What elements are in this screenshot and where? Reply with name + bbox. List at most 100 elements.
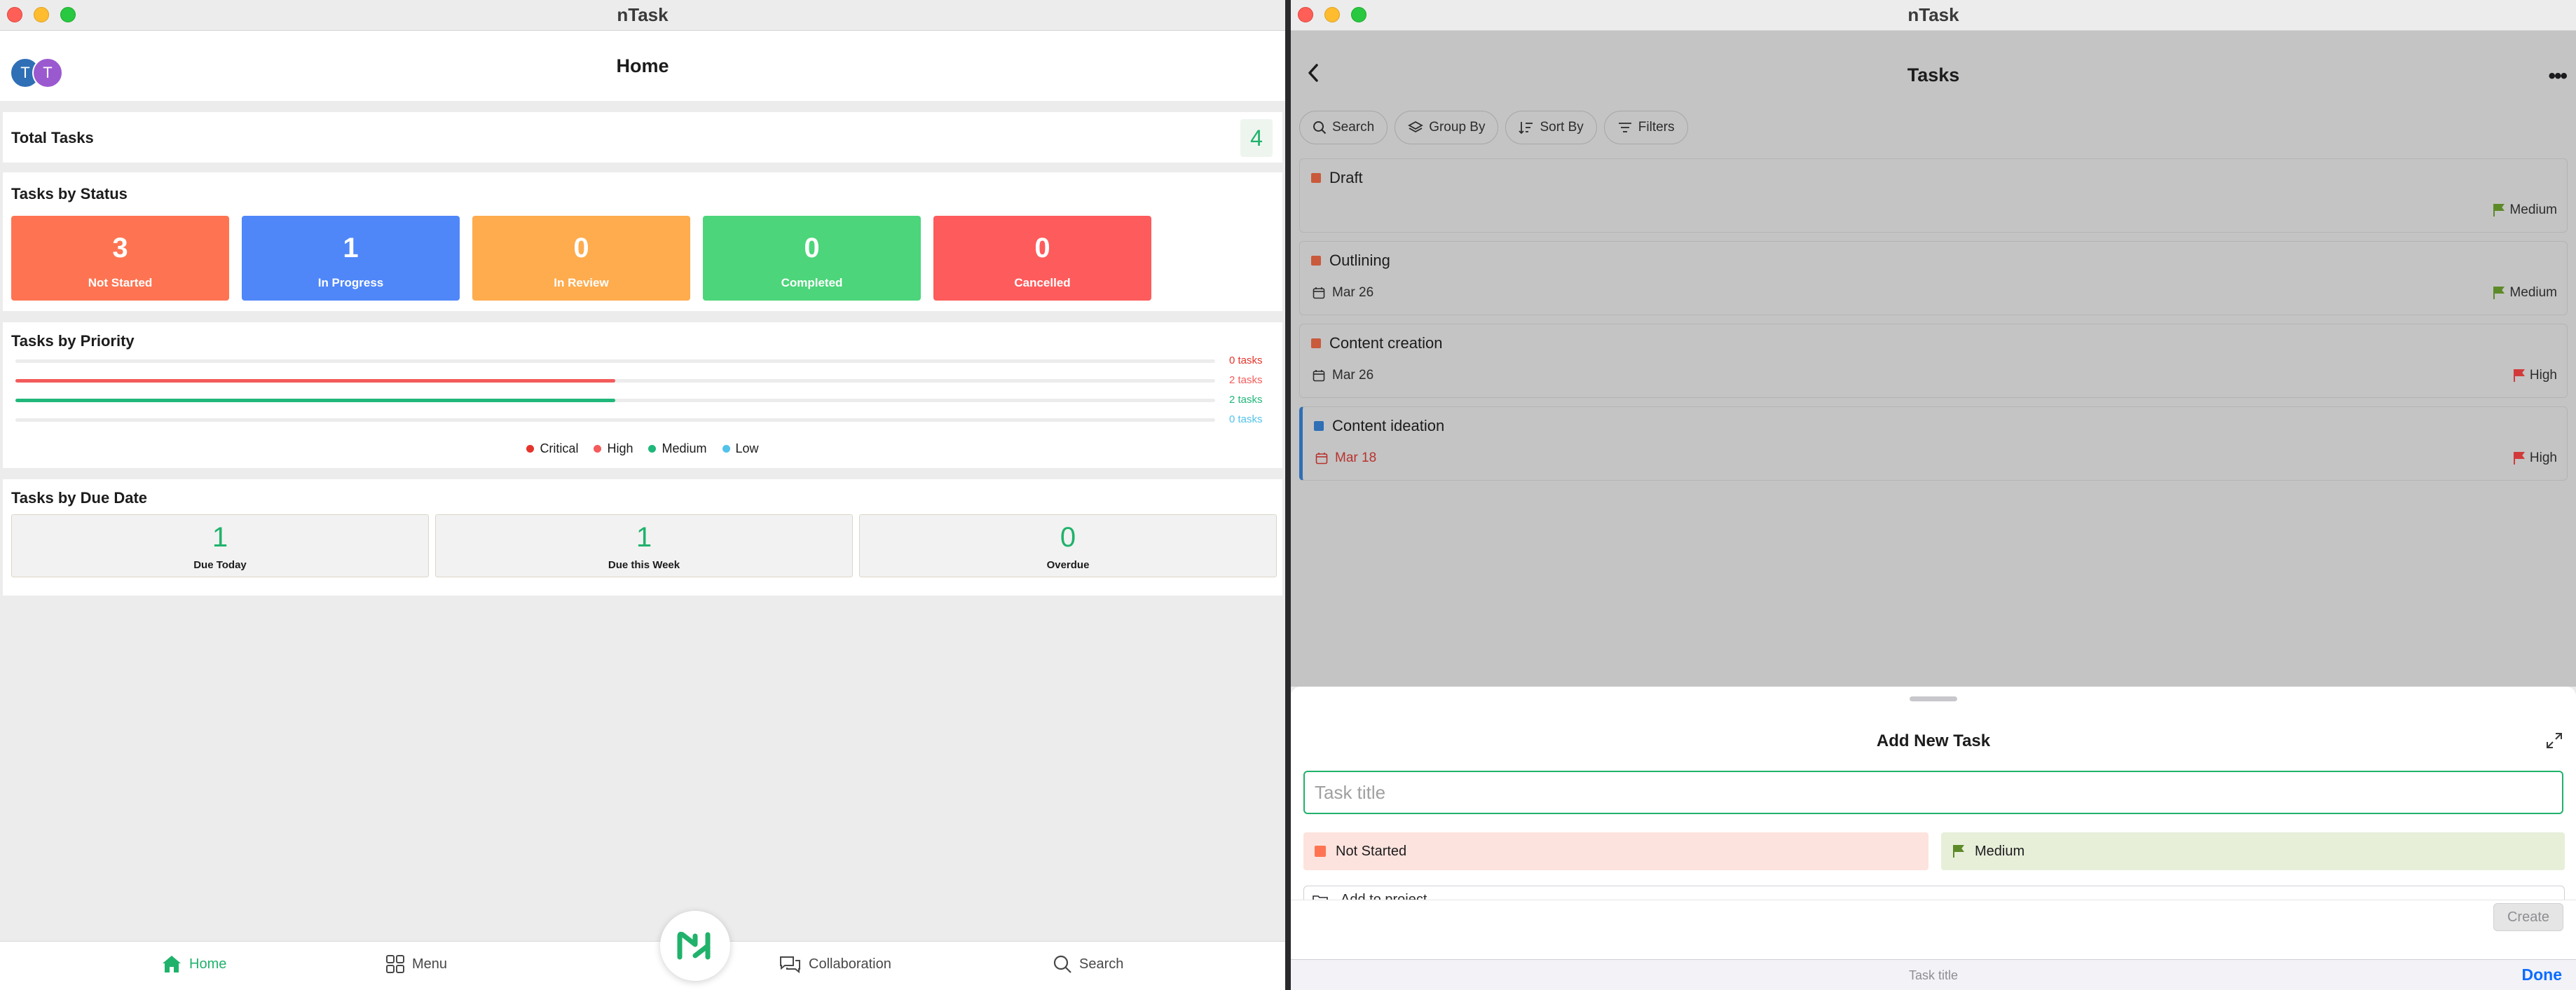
flag-icon: [2513, 369, 2525, 382]
task-row-outlining[interactable]: Outlining Mar 26 Medium: [1299, 241, 2568, 315]
task-row-draft[interactable]: Draft Medium: [1299, 158, 2568, 233]
tasks-by-priority-card: Tasks by Priority 0 tasks 2 tasks 2 task…: [3, 322, 1282, 468]
chip-label: Filters: [1638, 120, 1675, 135]
bottom-tab-bar: Home Menu Collaboration Search: [0, 911, 1285, 990]
calendar-icon: [1315, 453, 1328, 465]
dimmed-task-list[interactable]: Tasks ••• Search Group By Sort By Filter…: [1291, 31, 2576, 687]
tab-label: Menu: [412, 956, 448, 972]
add-to-project-field[interactable]: Add to project: [1303, 886, 2565, 900]
task-due-date: Mar 26: [1313, 368, 1373, 383]
search-chip[interactable]: Search: [1299, 111, 1388, 144]
task-row-content-ideation[interactable]: Content ideation Mar 18 High: [1299, 406, 2568, 481]
total-tasks-card[interactable]: Total Tasks 4: [3, 112, 1282, 163]
status-label: Completed: [781, 276, 843, 289]
ntask-logo-button[interactable]: [660, 911, 730, 981]
status-tiles: 3 Not Started 1 In Progress 0 In Review …: [11, 216, 1151, 301]
legend-item-medium: Medium: [648, 441, 707, 456]
priority-bar-fill: [15, 399, 615, 402]
legend-dot: [526, 445, 535, 453]
due-count: 1: [212, 522, 228, 553]
priority-label: High: [2529, 368, 2557, 383]
status-tile-completed[interactable]: 0 Completed: [703, 216, 921, 301]
expand-icon[interactable]: [2545, 731, 2563, 753]
status-count: 0: [573, 233, 589, 263]
tab-search[interactable]: Search: [1053, 954, 1123, 974]
status-tile-cancelled[interactable]: 0 Cancelled: [933, 216, 1151, 301]
status-tile-in-review[interactable]: 0 In Review: [472, 216, 690, 301]
status-count: 0: [804, 233, 820, 263]
titlebar: nTask: [1291, 0, 2576, 31]
due-tile-this-week[interactable]: 1 Due this Week: [435, 514, 853, 577]
maximize-window-button[interactable]: [1351, 7, 1366, 22]
tab-home[interactable]: Home: [161, 954, 226, 974]
folder-icon: [1313, 895, 1328, 900]
tasks-by-status-card: Tasks by Status 3 Not Started 1 In Progr…: [3, 172, 1282, 311]
priority-count-critical: 0 tasks: [1229, 355, 1263, 366]
tab-label: Collaboration: [809, 956, 891, 972]
chip-label: Sort By: [1540, 120, 1584, 135]
due-date-label: Mar 18: [1335, 451, 1377, 465]
create-button[interactable]: Create: [2493, 903, 2563, 931]
section-title: Tasks by Due Date: [11, 489, 148, 507]
due-tile-overdue[interactable]: 0 Overdue: [859, 514, 1277, 577]
sheet-title: Add New Task: [1876, 731, 1991, 750]
layers-icon: [1408, 121, 1424, 133]
chip-label: Search: [1332, 120, 1375, 135]
close-window-button[interactable]: [7, 7, 22, 22]
task-title-input[interactable]: [1303, 771, 2563, 814]
priority-select[interactable]: Medium: [1941, 832, 2565, 870]
more-options-icon[interactable]: •••: [2548, 64, 2567, 88]
priority-bar-high: [15, 379, 1215, 383]
task-row-content-creation[interactable]: Content creation Mar 26 High: [1299, 324, 2568, 398]
priority-count-low: 0 tasks: [1229, 413, 1263, 425]
status-indicator: [1311, 256, 1321, 266]
tab-collaboration[interactable]: Collaboration: [778, 954, 891, 974]
total-tasks-label: Total Tasks: [11, 129, 94, 146]
due-date-label: Mar 26: [1332, 285, 1374, 300]
task-due-date: Mar 26: [1313, 285, 1373, 301]
task-name: Draft: [1329, 169, 1363, 186]
legend-dot: [594, 445, 602, 453]
page-title: Tasks: [1907, 64, 1960, 85]
task-due-date: Mar 18: [1315, 451, 1376, 466]
status-label: Not Started: [88, 276, 153, 289]
search-icon: [1053, 955, 1071, 973]
tab-label: Home: [189, 956, 227, 972]
keyboard-accessory-bar: Task title Done: [1291, 959, 2576, 990]
status-tile-in-progress[interactable]: 1 In Progress: [242, 216, 460, 301]
status-indicator: [1311, 338, 1321, 348]
avatar[interactable]: T: [32, 57, 63, 88]
keyboard-hint: Task title: [1908, 968, 1959, 982]
due-count: 1: [636, 522, 652, 553]
project-label: Add to project: [1341, 892, 1427, 900]
task-name: Content creation: [1329, 334, 1443, 352]
priority-bar-fill: [15, 379, 615, 383]
status-label: In Progress: [317, 276, 384, 289]
minimize-window-button[interactable]: [34, 7, 49, 22]
priority-bar-critical: [15, 359, 1215, 363]
status-value: Not Started: [1336, 843, 1407, 859]
chat-bubbles-icon: [780, 956, 800, 974]
sort-by-chip[interactable]: Sort By: [1505, 111, 1597, 144]
filters-chip[interactable]: Filters: [1603, 111, 1688, 144]
window-title: nTask: [1907, 4, 1959, 25]
legend-dot: [722, 445, 730, 453]
priority-bar-medium: [15, 399, 1215, 402]
due-label: Due this Week: [608, 559, 680, 571]
avatar-group[interactable]: T T: [10, 57, 63, 88]
sheet-grabber[interactable]: [1910, 696, 1957, 701]
status-select[interactable]: Not Started: [1303, 832, 1928, 870]
tab-menu[interactable]: Menu: [385, 954, 447, 974]
group-by-chip[interactable]: Group By: [1395, 111, 1499, 144]
total-tasks-count: 4: [1240, 119, 1273, 157]
done-button[interactable]: Done: [2522, 965, 2563, 984]
legend-item-high: High: [594, 441, 633, 456]
maximize-window-button[interactable]: [60, 7, 76, 22]
task-name: Outlining: [1329, 252, 1390, 269]
priority-bar-low: [15, 418, 1215, 422]
grid-icon: [386, 955, 404, 973]
due-tile-today[interactable]: 1 Due Today: [11, 514, 429, 577]
close-window-button[interactable]: [1298, 7, 1313, 22]
minimize-window-button[interactable]: [1324, 7, 1340, 22]
status-tile-not-started[interactable]: 3 Not Started: [11, 216, 229, 301]
